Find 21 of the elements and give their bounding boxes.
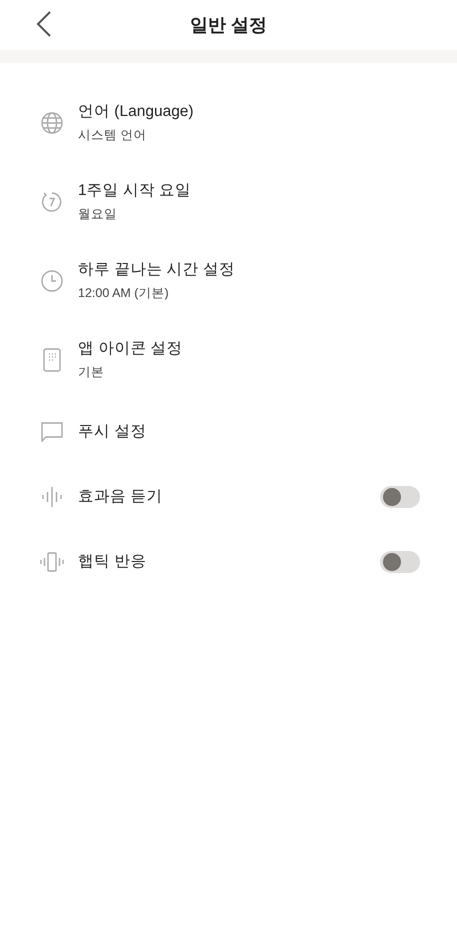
setting-value: 기본	[78, 364, 105, 381]
speech-bubble-icon	[41, 422, 63, 442]
setting-title[interactable]: 푸시 설정	[78, 421, 420, 442]
setting-value: 12:00 AM (기본)	[78, 285, 170, 302]
setting-title[interactable]: 앱 아이콘 설정	[78, 338, 420, 359]
setting-title[interactable]: 1주일 시작 요일	[78, 180, 420, 201]
vibration-icon	[40, 550, 64, 572]
phone-grid-icon	[43, 348, 61, 372]
setting-value: 월요일	[78, 206, 118, 223]
clock-icon	[41, 270, 63, 292]
globe-icon	[41, 112, 63, 134]
setting-title[interactable]: 하루 끝나는 시간 설정	[78, 259, 420, 280]
setting-title[interactable]: 햅틱 반응	[78, 551, 366, 572]
setting-title[interactable]: 효과음 듣기	[78, 486, 366, 507]
sound-wave-icon	[41, 486, 63, 508]
setting-value: 시스템 언어	[78, 127, 148, 144]
page-title: 일반 설정	[190, 14, 267, 37]
toggle-switch[interactable]	[380, 486, 420, 508]
toggle-switch[interactable]	[380, 550, 420, 572]
calendar-cycle-icon	[41, 190, 63, 212]
setting-title[interactable]: 언어 (Language)	[78, 101, 420, 122]
